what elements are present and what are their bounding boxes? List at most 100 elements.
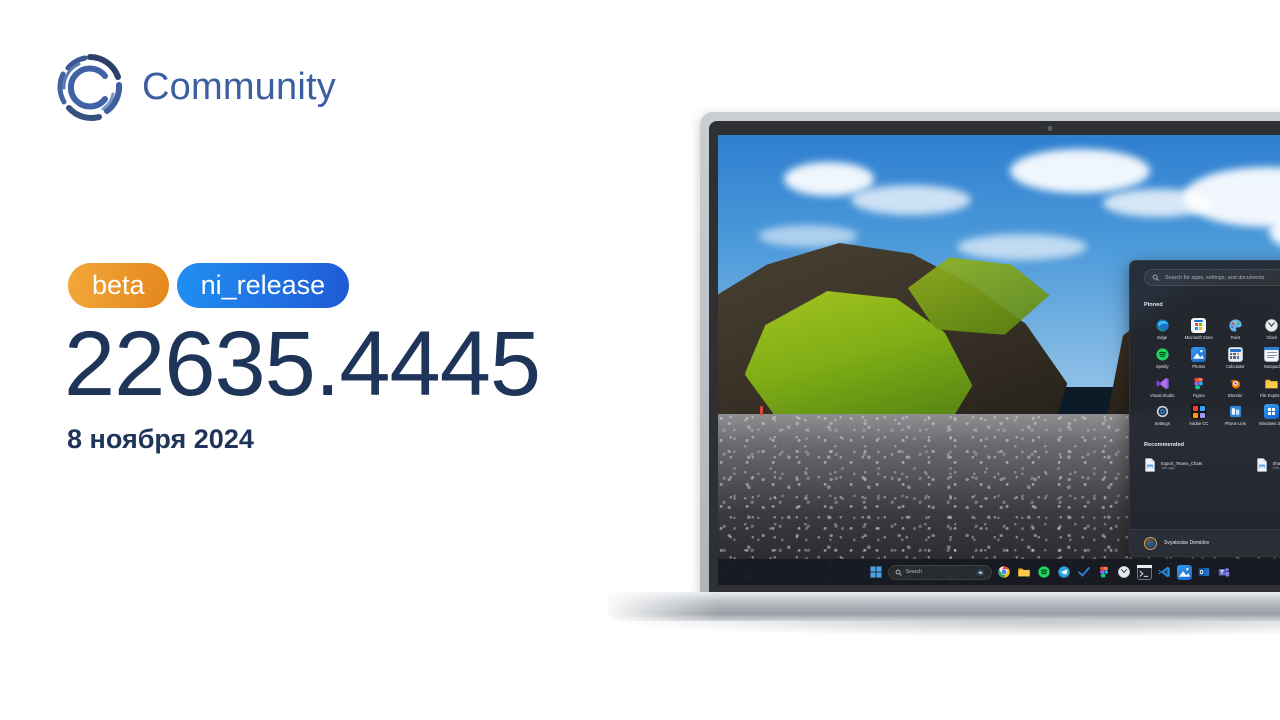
release-badges: beta ni_release — [68, 263, 350, 308]
pinned-app-label: Microsoft Store — [1184, 335, 1213, 340]
photos-icon — [1191, 346, 1207, 362]
taskbar: Search — [718, 559, 1280, 585]
recommended-list: Export_Teams_Chats 14h ago Sha 19h — [1144, 458, 1280, 473]
pinned-app-paint[interactable]: Paint — [1217, 318, 1254, 341]
start-menu[interactable]: Search for apps, settings, and documents… — [1129, 260, 1280, 557]
pinned-app-blender[interactable]: Blender — [1217, 376, 1254, 399]
blender-icon — [1228, 376, 1243, 391]
pinned-app-settings[interactable]: Settings — [1144, 404, 1181, 427]
pinned-app-notepad[interactable]: Notepad — [1254, 346, 1280, 370]
taskbar-app-chrome[interactable] — [997, 565, 1012, 580]
user-avatar[interactable] — [1144, 536, 1157, 550]
pinned-app-label: Windows 365 — [1259, 421, 1280, 427]
phone-link-icon — [1228, 404, 1243, 419]
laptop-base — [608, 592, 1280, 621]
pinned-app-label: Spotify — [1155, 363, 1169, 369]
pinned-app-microsoft-store[interactable]: Microsoft Store — [1181, 318, 1218, 341]
windows-365-icon — [1264, 404, 1280, 420]
build-number: 22635.4445 — [64, 313, 541, 415]
pinned-app-label: Paint — [1230, 335, 1241, 340]
pinned-app-label: Phone Link — [1224, 421, 1246, 427]
pinned-app-file-explorer[interactable]: File Explorer — [1254, 376, 1280, 399]
release-date: 8 ноября 2024 — [67, 424, 254, 454]
pinned-app-label: Notepad — [1263, 363, 1280, 369]
recommended-title: Recommended — [1144, 441, 1185, 448]
copilot-icon[interactable] — [976, 568, 985, 577]
brand-name: Community — [142, 65, 336, 108]
pinned-app-label: File Explorer — [1259, 392, 1280, 398]
laptop-lid: Search for apps, settings, and documents… — [700, 112, 1280, 594]
pinned-app-label: Edge — [1157, 335, 1168, 340]
pinned-app-photos[interactable]: Photos — [1181, 346, 1218, 370]
taskbar-app-photos[interactable] — [1176, 564, 1192, 580]
edge-icon — [1155, 318, 1170, 333]
pinned-app-windows-365[interactable]: Windows 365 — [1254, 404, 1280, 427]
pinned-app-label: Calculator — [1225, 363, 1245, 369]
pinned-app-label: Photos — [1192, 363, 1206, 369]
taskbar-search-input[interactable]: Search — [887, 564, 992, 580]
pinned-app-phone-link[interactable]: Phone Link — [1217, 404, 1254, 427]
taskbar-app-terminal[interactable] — [1136, 564, 1152, 580]
status-badge-branch[interactable]: ni_release — [176, 263, 350, 308]
recommended-section: Recommended More — [1144, 438, 1280, 473]
taskbar-app-telegram[interactable] — [1057, 565, 1072, 580]
recommended-item[interactable]: Export_Teams_Chats 14h ago — [1144, 458, 1252, 473]
recommended-item[interactable]: SharePoint_Site_Set_Read_Only_All 19h ag… — [1256, 458, 1280, 473]
pinned-app-visual-studio[interactable]: Visual Studio — [1144, 376, 1181, 399]
taskbar-app-spotify[interactable] — [1037, 565, 1052, 580]
pinned-app-clock[interactable]: Clock — [1254, 318, 1280, 341]
slide-canvas: Community beta ni_release 22635.4445 8 н… — [0, 0, 1280, 720]
search-icon — [1152, 274, 1159, 281]
taskbar-app-vs-code[interactable] — [1157, 565, 1172, 580]
laptop-base-shadow — [604, 621, 1280, 637]
brand-header: Community — [55, 52, 336, 122]
taskbar-app-file-explorer[interactable] — [1017, 565, 1032, 580]
document-file-icon — [1144, 458, 1156, 473]
pinned-app-label: Visual Studio — [1150, 392, 1175, 398]
notepad-icon — [1264, 346, 1280, 362]
paint-icon — [1228, 318, 1243, 333]
taskbar-search-placeholder: Search — [905, 569, 922, 575]
pinned-app-figma[interactable]: Figma — [1181, 376, 1218, 399]
taskbar-app-figma[interactable] — [1097, 565, 1112, 580]
recommended-item-time: 14h ago — [1161, 465, 1175, 470]
taskbar-app-teams[interactable] — [1217, 565, 1232, 580]
taskbar-app-outlook[interactable] — [1197, 565, 1212, 580]
figma-icon — [1191, 376, 1206, 391]
pinned-app-label: Adobe CC — [1189, 421, 1209, 427]
pinned-app-adobe-cc[interactable]: Adobe CC — [1181, 404, 1218, 427]
laptop-bezel: Search for apps, settings, and documents… — [709, 121, 1280, 594]
community-c-ring-logo — [55, 52, 125, 122]
adobe-cc-icon — [1191, 404, 1207, 420]
pinned-app-label: Figma — [1192, 392, 1205, 398]
pinned-app-calculator[interactable]: Calculator — [1217, 346, 1254, 370]
microsoft-store-icon — [1191, 318, 1207, 333]
laptop-mockup: Search for apps, settings, and documents… — [604, 112, 1280, 637]
pinned-app-edge[interactable]: Edge — [1144, 318, 1181, 341]
status-badge-beta[interactable]: beta — [68, 263, 169, 308]
pinned-section-header: Pinned All apps — [1144, 298, 1280, 311]
visual-studio-icon — [1155, 376, 1170, 391]
laptop-screen: Search for apps, settings, and documents… — [718, 135, 1280, 585]
recommended-item-time: 19h ago — [1272, 465, 1280, 470]
user-name[interactable]: Svyatoslav Demidov — [1164, 540, 1280, 546]
pinned-title: Pinned — [1144, 301, 1163, 308]
start-search-input[interactable]: Search for apps, settings, and documents — [1144, 269, 1280, 286]
pinned-apps-grid: Edge Microsoft Store Paint Clock Spotify… — [1144, 318, 1280, 427]
pinned-app-label: Blender — [1228, 392, 1243, 398]
windows-start-icon[interactable] — [869, 565, 883, 579]
taskbar-app-to-do[interactable] — [1077, 565, 1092, 580]
clock-icon — [1264, 318, 1279, 333]
settings-gear-icon — [1155, 404, 1170, 419]
taskbar-app-clock[interactable] — [1117, 565, 1132, 580]
search-icon — [895, 569, 902, 576]
file-explorer-icon — [1264, 376, 1279, 391]
start-search-placeholder: Search for apps, settings, and documents — [1165, 274, 1265, 281]
pinned-app-spotify[interactable]: Spotify — [1144, 347, 1181, 370]
pinned-app-label: Clock — [1266, 335, 1277, 340]
pinned-app-label: Settings — [1154, 421, 1170, 427]
recommended-section-header: Recommended More — [1144, 438, 1280, 451]
spotify-icon — [1155, 347, 1170, 362]
start-menu-footer: Svyatoslav Demidov — [1130, 529, 1280, 556]
calculator-icon — [1227, 346, 1243, 362]
